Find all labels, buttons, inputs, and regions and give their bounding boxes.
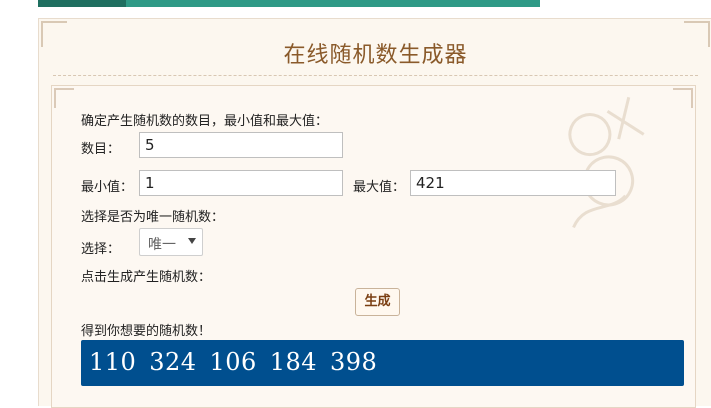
generator-form: 确定产生随机数的数目，最小值和最大值： 数目： 最小值： 最大值： 选择是否为唯…: [51, 85, 696, 408]
numbers-decoration-graphic: [568, 96, 645, 229]
min-label: 最小值：: [81, 180, 134, 195]
generator-panel: 在线随机数生成器 确定产生随机数的数目，最小值和最大值： 数目： 最小值： 最大…: [38, 18, 711, 408]
count-input[interactable]: [139, 132, 343, 158]
result-label: 得到你想要的随机数！: [81, 324, 212, 339]
unique-select[interactable]: 唯一: [139, 228, 203, 256]
top-accent-bar-active: [38, 0, 126, 7]
generate-button[interactable]: 生成: [355, 288, 400, 316]
count-label: 数目：: [81, 142, 121, 157]
instruction-text: 确定产生随机数的数目，最小值和最大值：: [81, 114, 329, 129]
chevron-down-icon: [188, 238, 196, 244]
max-label: 最大值：: [353, 180, 406, 195]
unique-prompt: 选择是否为唯一随机数：: [81, 210, 225, 225]
numbers-background-decoration: [510, 71, 696, 263]
max-input[interactable]: [410, 170, 616, 196]
decorative-corner: [54, 88, 74, 108]
page-title: 在线随机数生成器: [283, 43, 468, 68]
decorative-corner: [673, 88, 693, 108]
unique-select-value: 唯一: [148, 237, 176, 253]
result-numbers: 110 324 106 184 398: [89, 348, 378, 376]
title-divider: [53, 75, 698, 76]
unique-label: 选择：: [81, 242, 121, 257]
result-box: 110 324 106 184 398: [81, 340, 684, 386]
generate-prompt: 点击生成产生随机数：: [81, 270, 212, 285]
min-input[interactable]: [139, 170, 343, 196]
